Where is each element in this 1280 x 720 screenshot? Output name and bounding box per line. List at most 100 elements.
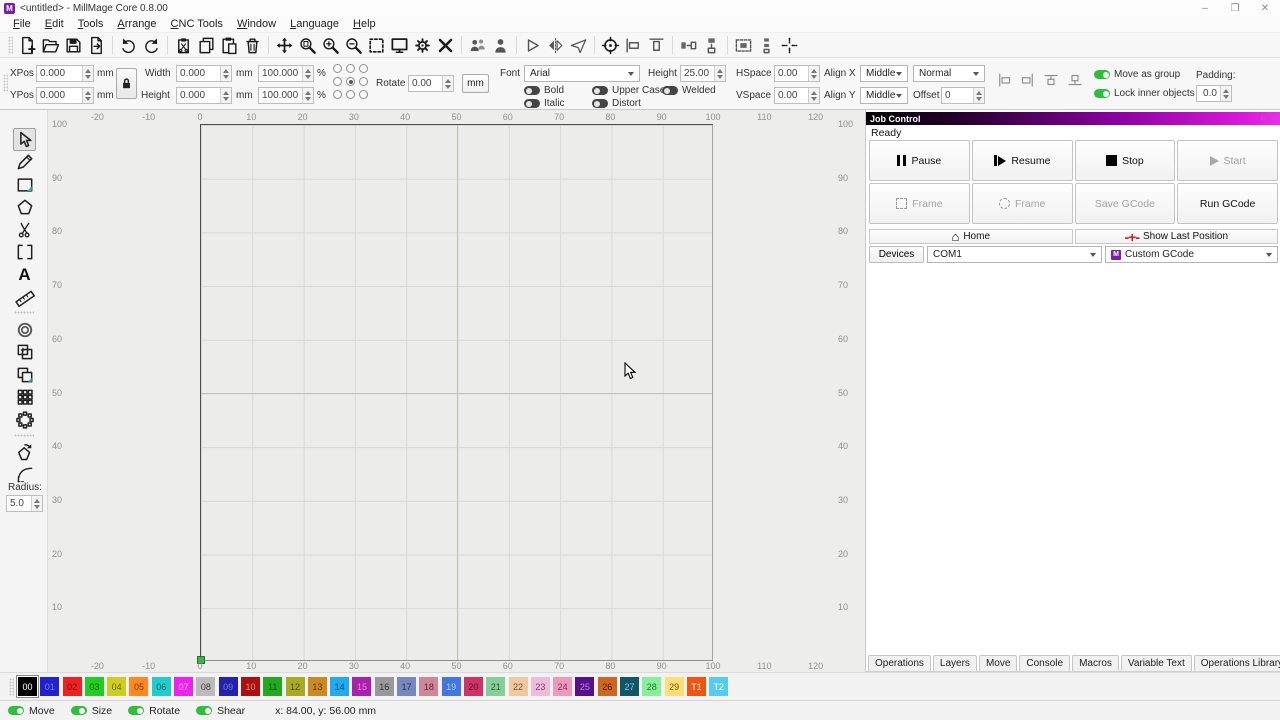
palette-swatch-19[interactable]: 19	[442, 677, 461, 696]
padding-spinner[interactable]	[1220, 86, 1231, 101]
palette-swatch-T2[interactable]: T2	[709, 677, 728, 696]
send-to-machine-icon[interactable]	[567, 34, 590, 57]
anchor-middle-left[interactable]	[333, 77, 342, 86]
tool-polygon[interactable]	[13, 196, 36, 219]
radius-input[interactable]: 5.0	[6, 495, 43, 512]
palette-swatch-02[interactable]: 02	[63, 677, 82, 696]
hspace-spinner[interactable]	[808, 66, 819, 81]
vspace-input[interactable]: 0.00	[774, 87, 820, 104]
stop-button[interactable]: Stop	[1075, 140, 1176, 181]
palette-swatch-15[interactable]: 15	[352, 677, 371, 696]
palette-swatch-13[interactable]: 13	[308, 677, 327, 696]
menu-edit[interactable]: Edit	[38, 16, 71, 32]
zoom-in-icon[interactable]	[319, 34, 342, 57]
upper-case-toggle[interactable]	[592, 86, 608, 95]
move-icon[interactable]	[273, 34, 296, 57]
frame-button[interactable]: Frame	[972, 183, 1073, 224]
save-icon[interactable]	[62, 34, 85, 57]
lock-aspect-button[interactable]	[116, 68, 137, 99]
tab-variable-text[interactable]: Variable Text	[1121, 655, 1192, 671]
distort-toggle[interactable]	[592, 99, 608, 108]
menu-tools[interactable]: Tools	[71, 16, 111, 32]
toolbar-grip[interactable]	[3, 74, 8, 92]
anchor-bottom-left[interactable]	[333, 90, 342, 99]
menu-language[interactable]: Language	[283, 16, 346, 32]
skew-icon[interactable]	[521, 34, 544, 57]
close-icon[interactable]: ✕	[1270, 114, 1277, 124]
copy-icon[interactable]	[195, 34, 218, 57]
font-select[interactable]: Arial	[524, 65, 640, 82]
open-folder-icon[interactable]	[39, 34, 62, 57]
undo-icon[interactable]	[117, 34, 140, 57]
palette-grip[interactable]	[9, 678, 14, 696]
work-area[interactable]	[200, 124, 713, 661]
palette-swatch-10[interactable]: 10	[241, 677, 260, 696]
show-last-position-button[interactable]: -+-Show Last Position	[1075, 229, 1279, 244]
palette-swatch-T1[interactable]: T1	[687, 677, 706, 696]
mirror-icon[interactable]	[544, 34, 567, 57]
width-percent-input[interactable]: 100.000	[258, 65, 314, 82]
menu-arrange[interactable]: Arrange	[110, 16, 163, 32]
palette-swatch-27[interactable]: 27	[620, 677, 639, 696]
palette-swatch-00[interactable]: 00	[18, 677, 37, 696]
palette-swatch-18[interactable]: 18	[419, 677, 438, 696]
rotate-input[interactable]: 0.00	[408, 75, 454, 92]
distribute-horizontal-icon[interactable]	[677, 34, 700, 57]
menu-window[interactable]: Window	[230, 16, 283, 32]
align-y-select[interactable]: Middle	[860, 87, 908, 104]
align-x-select[interactable]: Middle	[860, 65, 908, 82]
move-toggle[interactable]	[8, 706, 24, 715]
units-button[interactable]: mm	[462, 74, 489, 93]
palette-swatch-28[interactable]: 28	[642, 677, 661, 696]
palette-swatch-29[interactable]: 29	[665, 677, 684, 696]
palette-swatch-04[interactable]: 04	[107, 677, 126, 696]
tab-console[interactable]: Console	[1019, 655, 1070, 671]
paste-icon[interactable]	[218, 34, 241, 57]
restore-button[interactable]: ❐	[1220, 0, 1250, 16]
align-inside-right-icon[interactable]	[1018, 71, 1036, 92]
xpos-spinner[interactable]	[82, 66, 93, 81]
anchor-bottom-right[interactable]	[359, 90, 368, 99]
font-height-input[interactable]: 25.00	[680, 65, 726, 82]
tab-macros[interactable]: Macros	[1072, 655, 1119, 671]
palette-swatch-01[interactable]: 01	[40, 677, 59, 696]
marquee-select-icon[interactable]	[365, 34, 388, 57]
tool-measure[interactable]	[13, 286, 36, 309]
rotate-spinner[interactable]	[442, 76, 453, 91]
tool-text[interactable]: A	[13, 263, 36, 286]
anchor-top-center[interactable]	[346, 64, 355, 73]
run-gcode-button[interactable]: Run GCode	[1177, 183, 1278, 224]
padding-input[interactable]: 0.0	[1196, 85, 1232, 102]
height-percent-input[interactable]: 100.000	[258, 87, 314, 104]
align-to-canvas-icon[interactable]	[732, 34, 755, 57]
tool-select[interactable]	[13, 128, 36, 151]
height-input[interactable]: 0.000	[176, 87, 232, 104]
font-height-spinner[interactable]	[714, 66, 725, 81]
welded-toggle[interactable]	[662, 86, 678, 95]
width-percent-spinner[interactable]	[302, 66, 313, 81]
width-input[interactable]: 0.000	[176, 65, 232, 82]
size-toggle[interactable]	[71, 706, 87, 715]
tab-move[interactable]: Move	[979, 655, 1017, 671]
palette-swatch-05[interactable]: 05	[129, 677, 148, 696]
palette-swatch-09[interactable]: 09	[219, 677, 238, 696]
tool-cut-shape[interactable]	[13, 218, 36, 241]
machine-tools-icon[interactable]	[434, 34, 457, 57]
distribute-vertical-icon[interactable]	[700, 34, 723, 57]
tab-operations[interactable]: Operations	[868, 655, 931, 671]
tool-boolean-union[interactable]	[13, 341, 36, 364]
menu-file[interactable]: File	[6, 16, 38, 32]
close-button[interactable]: ✕	[1250, 0, 1280, 16]
save-gcode-button[interactable]: Save GCode	[1075, 183, 1176, 224]
tool-fillet[interactable]	[13, 463, 36, 486]
palette-swatch-23[interactable]: 23	[531, 677, 550, 696]
palette-swatch-16[interactable]: 16	[375, 677, 394, 696]
align-inside-left-icon[interactable]	[996, 71, 1014, 92]
delete-icon[interactable]	[241, 34, 264, 57]
palette-swatch-06[interactable]: 06	[152, 677, 171, 696]
align-hang-down-icon[interactable]	[1042, 71, 1060, 92]
palette-swatch-17[interactable]: 17	[397, 677, 416, 696]
devices-button[interactable]: Devices	[869, 246, 924, 263]
palette-swatch-25[interactable]: 25	[575, 677, 594, 696]
offset-spinner[interactable]	[973, 88, 984, 103]
